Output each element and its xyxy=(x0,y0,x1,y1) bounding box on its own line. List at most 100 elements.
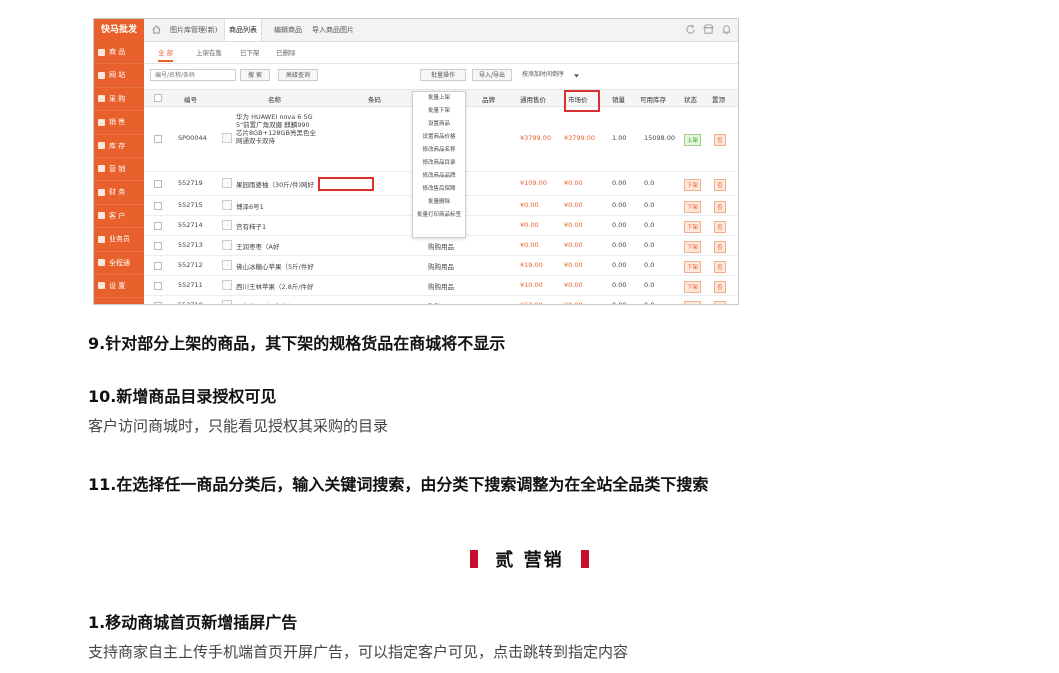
store-icon[interactable] xyxy=(703,24,714,35)
table-row[interactable]: 552713 王润枣枣（A好 购购用品 ¥0.00 ¥0.00 0.00 0.0 下架否 xyxy=(144,235,738,256)
menu-item-edit-aftersale[interactable]: 修改售后保障 xyxy=(413,183,465,196)
row-checkbox[interactable] xyxy=(154,302,162,304)
cell-code: 552710 xyxy=(178,301,203,305)
table-row[interactable]: 552711 西川王林苹果（2.8斤/件好 购购用品 ¥10.00 ¥0.00 0.00 0… xyxy=(144,275,738,296)
pin-badge[interactable]: 否 xyxy=(714,261,726,273)
sidebar-item-purchase[interactable]: 采 购 xyxy=(94,88,144,112)
cell-category: 购购用品 xyxy=(428,263,454,271)
sidebar-item-salesman[interactable]: 业务员 xyxy=(94,228,144,252)
aftersale-highlight xyxy=(318,177,374,191)
product-thumbnail xyxy=(222,260,232,270)
col-name: 名称 xyxy=(268,96,281,104)
menu-item-set-product[interactable]: 设置商品 xyxy=(413,118,465,131)
cell-price: ¥0.00 xyxy=(520,241,539,249)
toolbar: 编号/名称/条码 搜 索 高级查询 批量操作 导入/导出 按添加时间倒序 xyxy=(144,63,738,87)
cell-price: ¥62.00 xyxy=(520,301,543,305)
batch-operation-button[interactable]: 批量操作 xyxy=(420,69,466,81)
sidebar-item-fullpass[interactable]: 全程通 xyxy=(94,252,144,275)
pin-badge[interactable]: 否 xyxy=(714,201,726,213)
pin-badge[interactable]: 否 xyxy=(714,134,726,146)
sidebar-item-finance[interactable]: 财 务 xyxy=(94,181,144,205)
cell-code: 552719 xyxy=(178,179,203,187)
search-input[interactable]: 编号/名称/条码 xyxy=(150,69,236,81)
row-checkbox[interactable] xyxy=(154,262,162,270)
sort-select[interactable]: 按添加时间倒序 xyxy=(518,69,576,81)
product-thumbnail xyxy=(222,133,232,143)
pin-badge[interactable]: 否 xyxy=(714,179,726,191)
link-icon xyxy=(98,259,105,267)
cell-code: SP00044 xyxy=(178,134,207,142)
status-badge: 下架 xyxy=(684,201,702,213)
cell-code: 552713 xyxy=(178,241,203,249)
cell-stock: 0.0 xyxy=(644,261,655,269)
subtab-on-sale[interactable]: 上架在售 xyxy=(196,47,222,57)
search-button[interactable]: 搜 索 xyxy=(240,69,270,81)
heading-item-11: 11.在选择任一商品分类后，输入关键词搜索，由分类下搜索调整为在全站全品类下搜索 xyxy=(88,475,709,494)
col-price: 通用售价 xyxy=(520,96,546,104)
subtab-all[interactable]: 全 部 xyxy=(158,47,174,62)
row-checkbox[interactable] xyxy=(154,282,162,290)
cell-name: 王润枣枣（A好 xyxy=(236,243,280,251)
cell-stock: 0.0 xyxy=(644,301,655,305)
cell-stock: 0.0 xyxy=(644,241,655,249)
pin-badge[interactable]: 否 xyxy=(714,241,726,253)
section-title: 贰 营销 xyxy=(0,546,1059,571)
row-checkbox[interactable] xyxy=(154,242,162,250)
menu-item-batch-delete[interactable]: 批量删除 xyxy=(413,196,465,209)
menu-item-print-labels[interactable]: 批量打印商品标签 xyxy=(413,209,465,222)
sidebar-item-customers[interactable]: 客 户 xyxy=(94,205,144,229)
table-row[interactable]: 552712 佛山冰糖心苹果（5斤/件好 购购用品 ¥19.00 ¥0.00 0.00 0.… xyxy=(144,255,738,276)
tab-edit-product[interactable]: 编辑商品 xyxy=(270,19,306,41)
megaphone-icon xyxy=(98,165,105,173)
sidebar-item-sales[interactable]: 销 售 xyxy=(94,111,144,135)
home-icon[interactable] xyxy=(152,25,161,34)
row-checkbox[interactable] xyxy=(154,222,162,230)
tab-product-list[interactable]: 商品列表 xyxy=(224,19,262,41)
cell-price: ¥3799.00 xyxy=(520,134,552,142)
product-thumbnail xyxy=(222,220,232,230)
col-brand: 品牌 xyxy=(482,96,495,104)
sidebar-item-website[interactable]: 网 站 xyxy=(94,64,144,88)
cell-market-price: ¥0.00 xyxy=(564,301,583,305)
menu-item-batch-on[interactable]: 批量上架 xyxy=(413,92,465,105)
table-row[interactable]: 552710 野生芒果（6斤/件好 购购用品 ¥62.00 ¥0.00 0.00 0.0 下架… xyxy=(144,295,738,305)
tab-image-library[interactable]: 图片库管理(新) xyxy=(166,19,221,41)
pin-badge[interactable]: 否 xyxy=(714,221,726,233)
status-badge: 下架 xyxy=(684,221,702,233)
select-all-checkbox[interactable] xyxy=(154,94,162,102)
sidebar-item-apps[interactable]: 应 用 xyxy=(94,298,144,304)
menu-item-edit-name[interactable]: 修改商品名称 xyxy=(413,144,465,157)
sidebar-item-inventory[interactable]: 库 存 xyxy=(94,135,144,158)
sidebar-item-settings[interactable]: 设 置 xyxy=(94,275,144,299)
sidebar-item-marketing[interactable]: 营 销 xyxy=(94,158,144,182)
pin-badge[interactable]: 否 xyxy=(714,301,726,304)
subtab-deleted[interactable]: 已删除 xyxy=(276,47,296,57)
subtab-off-shelf[interactable]: 已下架 xyxy=(240,47,260,57)
sidebar-item-products[interactable]: 商 品 xyxy=(94,41,144,65)
status-badge: 下架 xyxy=(684,301,702,304)
tab-import-images[interactable]: 导入商品图片 xyxy=(308,19,358,41)
cell-price: ¥0.00 xyxy=(520,201,539,209)
menu-item-edit-category[interactable]: 修改商品目录 xyxy=(413,157,465,170)
row-checkbox[interactable] xyxy=(154,135,162,143)
cell-sales: 0.00 xyxy=(612,301,627,305)
brand-logo: 快马批发 xyxy=(94,19,144,41)
bell-icon[interactable] xyxy=(721,24,732,35)
refresh-icon[interactable] xyxy=(685,24,696,35)
section-title-text: 贰 营销 xyxy=(495,550,564,571)
cell-stock: 0.0 xyxy=(644,179,655,187)
menu-item-edit-brand[interactable]: 修改商品品牌 xyxy=(413,170,465,183)
menu-item-batch-off[interactable]: 批量下架 xyxy=(413,105,465,118)
batch-operation-menu: 批量上架 批量下架 设置商品 设置商品价格 修改商品名称 修改商品目录 修改商品… xyxy=(412,91,466,238)
cell-name: 博泽6号1 xyxy=(236,203,264,211)
heading-marketing-1: 1.移动商城首页新增插屏广告 xyxy=(88,613,298,632)
row-checkbox[interactable] xyxy=(154,180,162,188)
import-export-button[interactable]: 导入/导出 xyxy=(472,69,512,81)
cell-sales: 1.00 xyxy=(612,134,627,142)
menu-item-set-price[interactable]: 设置商品价格 xyxy=(413,131,465,144)
row-checkbox[interactable] xyxy=(154,202,162,210)
cell-price: ¥10.00 xyxy=(520,281,543,289)
pin-badge[interactable]: 否 xyxy=(714,281,726,293)
advanced-search-button[interactable]: 高级查询 xyxy=(278,69,318,81)
cell-code: 552714 xyxy=(178,221,203,229)
